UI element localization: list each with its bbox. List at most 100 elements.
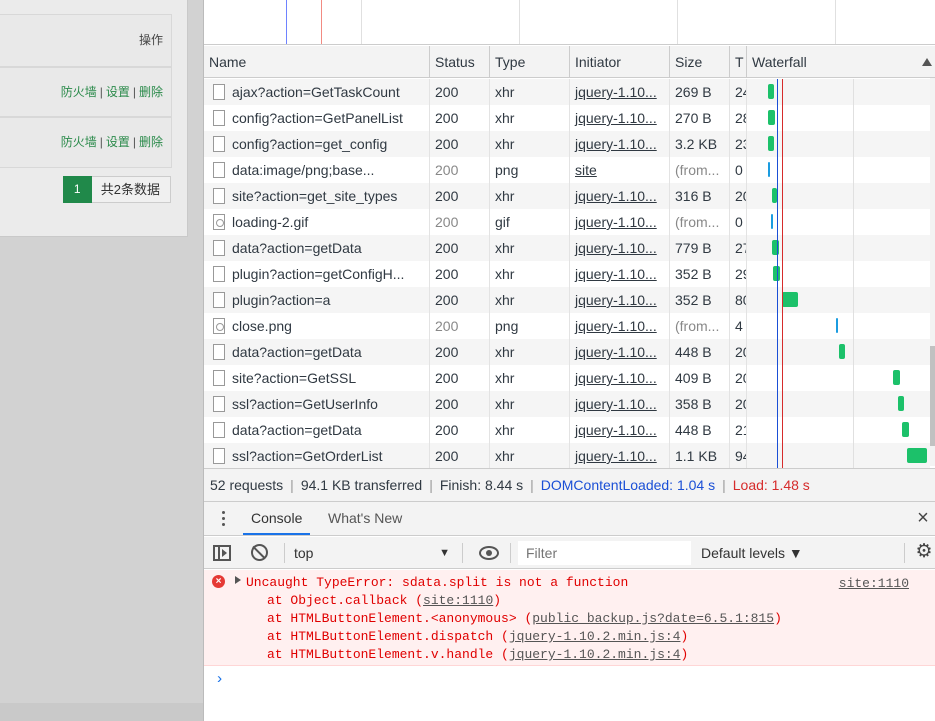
request-initiator[interactable]: jquery-1.10... [570, 313, 670, 339]
column-header-status[interactable]: Status [430, 46, 490, 77]
request-row[interactable]: data?action=getData 200 xhr jquery-1.10... 4… [204, 339, 930, 365]
error-source-link[interactable]: site:1110 [839, 575, 909, 593]
table-header: Name Status Type Initiator Size T Waterf… [204, 46, 935, 78]
request-name[interactable]: ssl?action=GetUserInfo [204, 391, 430, 417]
settings-link[interactable]: 设置 [106, 135, 130, 149]
file-icon [213, 240, 225, 256]
request-initiator[interactable]: jquery-1.10... [570, 235, 670, 261]
request-row[interactable]: data?action=getData 200 xhr jquery-1.10... 4… [204, 417, 930, 443]
request-row[interactable]: ssl?action=GetOrderList 200 xhr jquery-1.10… [204, 443, 930, 468]
request-row[interactable]: site?action=get_site_types 200 xhr jquery-1… [204, 183, 930, 209]
request-row[interactable]: data?action=getData 200 xhr jquery-1.10... 7… [204, 235, 930, 261]
request-status: 200 [430, 105, 490, 131]
request-name[interactable]: close.png [204, 313, 430, 339]
request-initiator[interactable]: jquery-1.10... [570, 105, 670, 131]
stack-frame-link[interactable]: jquery-1.10.2.min.js:4 [509, 647, 681, 662]
sort-ascending-icon[interactable] [922, 58, 932, 66]
current-page-button[interactable]: 1 [62, 176, 92, 203]
live-expression-eye-icon[interactable] [479, 546, 499, 560]
filter-input[interactable] [518, 541, 691, 565]
request-initiator[interactable]: jquery-1.10... [570, 391, 670, 417]
waterfall-bar [768, 84, 774, 99]
stack-frame: at HTMLButtonElement.dispatch (jquery-1.… [267, 629, 689, 644]
request-initiator[interactable]: jquery-1.10... [570, 131, 670, 157]
table-row: 防火墙 | 设置 | 删除 [0, 67, 172, 117]
request-initiator[interactable]: jquery-1.10... [570, 417, 670, 443]
scrollbar-thumb[interactable] [930, 346, 935, 446]
request-name[interactable]: config?action=GetPanelList [204, 105, 430, 131]
context-selector[interactable]: top ▼ [294, 537, 454, 569]
column-header-time[interactable]: T [730, 46, 747, 77]
column-header-waterfall[interactable]: Waterfall [747, 46, 935, 77]
clear-console-icon[interactable] [251, 544, 268, 561]
delete-link[interactable]: 删除 [139, 135, 163, 149]
request-row[interactable]: config?action=get_config 200 xhr jquery-1.1… [204, 131, 930, 157]
column-header-name[interactable]: Name [204, 46, 430, 77]
request-row[interactable]: site?action=GetSSL 200 xhr jquery-1.10... 40… [204, 365, 930, 391]
request-waterfall [747, 79, 935, 105]
close-drawer-icon[interactable]: × [914, 508, 932, 528]
log-levels-dropdown[interactable]: Default levels ▼ [701, 537, 803, 569]
request-name[interactable]: ajax?action=GetTaskCount [204, 79, 430, 105]
request-name[interactable]: site?action=get_site_types [204, 183, 430, 209]
request-row[interactable]: close.png 200 png jquery-1.10... (from... 4 [204, 313, 930, 339]
waterfall-bar [893, 370, 900, 385]
request-row[interactable]: plugin?action=a 200 xhr jquery-1.10... 352 B… [204, 287, 930, 313]
request-name[interactable]: site?action=GetSSL [204, 365, 430, 391]
request-row[interactable]: ssl?action=GetUserInfo 200 xhr jquery-1.10.… [204, 391, 930, 417]
firewall-link[interactable]: 防火墙 [61, 85, 97, 99]
request-status: 200 [430, 131, 490, 157]
tab-whats-new[interactable]: What's New [320, 502, 410, 535]
request-status: 200 [430, 261, 490, 287]
request-row[interactable]: loading-2.gif 200 gif jquery-1.10... (from..… [204, 209, 930, 235]
request-status: 200 [430, 443, 490, 468]
request-row[interactable]: data:image/png;base... 200 png site (from...… [204, 157, 930, 183]
background-page: 操作 防火墙 | 设置 | 删除 防火墙 | 设置 | 删除 1 共2条数据 [0, 0, 203, 721]
column-header-initiator[interactable]: Initiator [570, 46, 670, 77]
stack-frame-link[interactable]: public_backup.js?date=6.5.1:815 [532, 611, 774, 626]
more-tabs-icon[interactable] [222, 511, 226, 529]
drawer-tab-bar: Console What's New × [204, 502, 935, 536]
show-sidebar-icon[interactable] [213, 545, 231, 561]
request-initiator[interactable]: jquery-1.10... [570, 365, 670, 391]
request-type: xhr [490, 105, 570, 131]
request-name[interactable]: ssl?action=GetOrderList [204, 443, 430, 468]
request-row[interactable]: config?action=GetPanelList 200 xhr jquery-1… [204, 105, 930, 131]
request-initiator[interactable]: jquery-1.10... [570, 183, 670, 209]
request-row[interactable]: plugin?action=getConfigH... 200 xhr jquery-… [204, 261, 930, 287]
firewall-link[interactable]: 防火墙 [61, 135, 97, 149]
settings-link[interactable]: 设置 [106, 85, 130, 99]
request-name[interactable]: loading-2.gif [204, 209, 430, 235]
request-row[interactable]: ajax?action=GetTaskCount 200 xhr jquery-1.1… [204, 79, 930, 105]
request-initiator[interactable]: site [570, 157, 670, 183]
request-initiator[interactable]: jquery-1.10... [570, 209, 670, 235]
request-name[interactable]: plugin?action=getConfigH... [204, 261, 430, 287]
request-initiator[interactable]: jquery-1.10... [570, 79, 670, 105]
request-initiator[interactable]: jquery-1.10... [570, 261, 670, 287]
request-name[interactable]: data?action=getData [204, 339, 430, 365]
request-name[interactable]: config?action=get_config [204, 131, 430, 157]
stack-frame-link[interactable]: jquery-1.10.2.min.js:4 [509, 629, 681, 644]
request-name[interactable]: plugin?action=a [204, 287, 430, 313]
delete-link[interactable]: 删除 [139, 85, 163, 99]
column-header-size[interactable]: Size [670, 46, 730, 77]
request-name[interactable]: data?action=getData [204, 235, 430, 261]
tab-console[interactable]: Console [243, 502, 311, 535]
request-status: 200 [430, 79, 490, 105]
table-scrollbar[interactable] [930, 78, 935, 466]
request-initiator[interactable]: jquery-1.10... [570, 443, 670, 468]
request-initiator[interactable]: jquery-1.10... [570, 287, 670, 313]
request-initiator[interactable]: jquery-1.10... [570, 339, 670, 365]
request-type: xhr [490, 339, 570, 365]
console-settings-gear-icon[interactable]: ⚙ [915, 542, 933, 561]
request-name[interactable]: data:image/png;base... [204, 157, 430, 183]
request-status: 200 [430, 313, 490, 339]
request-name[interactable]: data?action=getData [204, 417, 430, 443]
actions-header-label: 操作 [138, 33, 163, 47]
column-header-type[interactable]: Type [490, 46, 570, 77]
network-overview[interactable] [204, 0, 935, 45]
expand-triangle-icon[interactable] [235, 576, 241, 584]
console-prompt[interactable]: › [215, 671, 224, 688]
stack-frame-link[interactable]: site:1110 [423, 593, 493, 608]
request-status: 200 [430, 209, 490, 235]
